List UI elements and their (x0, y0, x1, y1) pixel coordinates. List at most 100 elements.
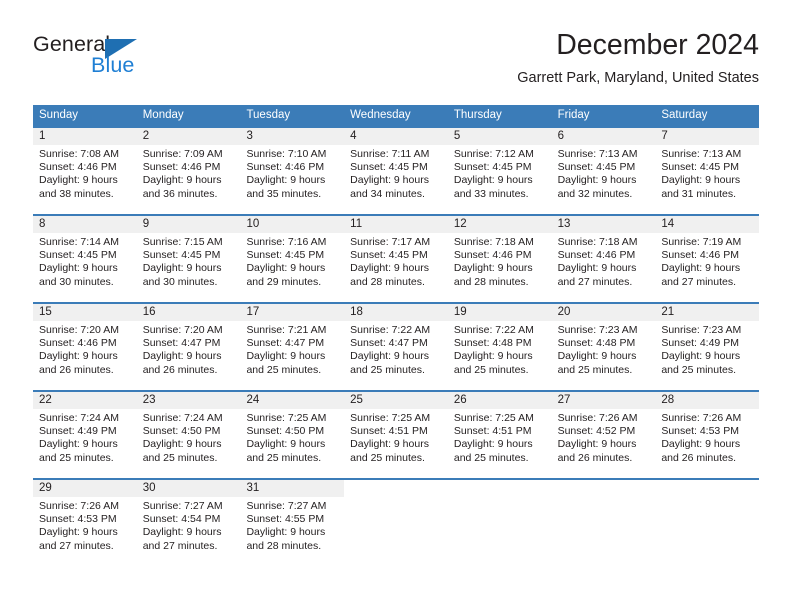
weekday-header-sunday: Sunday (39, 109, 79, 121)
day-cell[interactable]: 28 Sunrise: 7:26 AM Sunset: 4:53 PM Dayl… (655, 392, 760, 478)
day-cell[interactable]: 24 Sunrise: 7:25 AM Sunset: 4:50 PM Dayl… (240, 392, 345, 478)
sunrise-line: Sunrise: 7:22 AM (453, 324, 534, 336)
daylight-line-1: Daylight: 9 hours (453, 438, 533, 451)
day-cell[interactable]: 29 Sunrise: 7:26 AM Sunset: 4:53 PM Dayl… (33, 480, 137, 566)
day-cell[interactable]: 25 Sunrise: 7:25 AM Sunset: 4:51 PM Dayl… (344, 392, 448, 478)
day-cell[interactable]: 16 Sunrise: 7:20 AM Sunset: 4:47 PM Dayl… (136, 304, 241, 390)
week-row: 1 Sunrise: 7:08 AM Sunset: 4:46 PM Dayli… (33, 126, 760, 214)
day-number-band: 21 (655, 304, 760, 321)
day-cell[interactable]: 7 Sunrise: 7:13 AM Sunset: 4:45 PM Dayli… (655, 128, 760, 214)
day-cell[interactable]: 4 Sunrise: 7:11 AM Sunset: 4:45 PM Dayli… (344, 128, 448, 214)
sunrise-line: Sunrise: 7:25 AM (246, 412, 327, 424)
day-number: 9 (142, 218, 150, 230)
daylight-line-1: Daylight: 9 hours (557, 350, 637, 363)
sunrise-line: Sunrise: 7:19 AM (661, 236, 742, 248)
day-number: 8 (39, 218, 46, 230)
day-cell[interactable]: 22 Sunrise: 7:24 AM Sunset: 4:49 PM Dayl… (33, 392, 137, 478)
sunset-line: Sunset: 4:45 PM (39, 249, 117, 262)
day-cell[interactable]: 19 Sunrise: 7:22 AM Sunset: 4:48 PM Dayl… (447, 304, 552, 390)
daylight-line-1: Daylight: 9 hours (142, 174, 222, 187)
day-number-band: 11 (344, 216, 448, 233)
daylight-line-1: Daylight: 9 hours (246, 262, 326, 275)
day-details: Sunrise: 7:20 AM Sunset: 4:47 PM Dayligh… (137, 321, 241, 377)
day-number-band: 30 (136, 480, 241, 497)
day-details: Sunrise: 7:23 AM Sunset: 4:49 PM Dayligh… (655, 321, 759, 377)
day-cell[interactable]: 30 Sunrise: 7:27 AM Sunset: 4:54 PM Dayl… (136, 480, 241, 566)
day-number-band: 26 (447, 392, 552, 409)
daylight-line-1: Daylight: 9 hours (350, 174, 429, 187)
day-cell[interactable]: 8 Sunrise: 7:14 AM Sunset: 4:45 PM Dayli… (33, 216, 137, 302)
day-number-band: 9 (136, 216, 241, 233)
day-cell[interactable]: 15 Sunrise: 7:20 AM Sunset: 4:46 PM Dayl… (33, 304, 137, 390)
sunrise-line: Sunrise: 7:24 AM (39, 412, 119, 424)
day-cell[interactable]: 21 Sunrise: 7:23 AM Sunset: 4:49 PM Dayl… (655, 304, 760, 390)
sunset-line: Sunset: 4:46 PM (557, 249, 636, 262)
day-cell[interactable]: 13 Sunrise: 7:18 AM Sunset: 4:46 PM Dayl… (551, 216, 656, 302)
sunrise-line: Sunrise: 7:16 AM (246, 236, 327, 248)
sunrise-line: Sunrise: 7:08 AM (39, 148, 119, 160)
weekday-header-wednesday: Wednesday (350, 109, 411, 121)
day-cell[interactable]: 27 Sunrise: 7:26 AM Sunset: 4:52 PM Dayl… (551, 392, 656, 478)
daylight-line-2: and 29 minutes. (246, 275, 322, 288)
day-number-band: 24 (240, 392, 345, 409)
day-cell[interactable]: 3 Sunrise: 7:10 AM Sunset: 4:46 PM Dayli… (240, 128, 345, 214)
day-cell[interactable]: 9 Sunrise: 7:15 AM Sunset: 4:45 PM Dayli… (136, 216, 241, 302)
sunset-line: Sunset: 4:46 PM (142, 161, 221, 174)
day-details: Sunrise: 7:26 AM Sunset: 4:53 PM Dayligh… (655, 409, 759, 465)
daylight-line-1: Daylight: 9 hours (39, 262, 118, 275)
day-number-band: 3 (240, 128, 345, 145)
day-cell[interactable]: 5 Sunrise: 7:12 AM Sunset: 4:45 PM Dayli… (447, 128, 552, 214)
day-number: 16 (142, 306, 156, 318)
sunset-line: Sunset: 4:50 PM (246, 425, 325, 438)
daylight-line-2: and 28 minutes. (453, 275, 529, 288)
day-cell[interactable]: 14 Sunrise: 7:19 AM Sunset: 4:46 PM Dayl… (655, 216, 760, 302)
weekday-header-friday: Friday (557, 109, 590, 121)
day-number: 14 (661, 218, 675, 230)
weekday-header-saturday: Saturday (661, 109, 708, 121)
sunrise-line: Sunrise: 7:15 AM (142, 236, 223, 248)
day-details: Sunrise: 7:18 AM Sunset: 4:46 PM Dayligh… (552, 233, 656, 289)
day-cell[interactable]: 2 Sunrise: 7:09 AM Sunset: 4:46 PM Dayli… (136, 128, 241, 214)
day-number-band: 28 (655, 392, 760, 409)
daylight-line-1: Daylight: 9 hours (350, 350, 429, 363)
daylight-line-2: and 33 minutes. (453, 187, 529, 200)
day-cell[interactable]: 1 Sunrise: 7:08 AM Sunset: 4:46 PM Dayli… (33, 128, 137, 214)
sunrise-line: Sunrise: 7:25 AM (453, 412, 534, 424)
page-header: General Blue December 2024 Garrett Park,… (33, 28, 759, 94)
sunset-line: Sunset: 4:45 PM (557, 161, 636, 174)
day-number-band: 1 (33, 128, 137, 145)
day-cell[interactable]: 31 Sunrise: 7:27 AM Sunset: 4:55 PM Dayl… (240, 480, 345, 566)
day-cell[interactable]: 26 Sunrise: 7:25 AM Sunset: 4:51 PM Dayl… (447, 392, 552, 478)
day-number: 27 (557, 394, 571, 406)
daylight-line-1: Daylight: 9 hours (453, 350, 533, 363)
sunset-line: Sunset: 4:45 PM (246, 249, 325, 262)
day-cell[interactable]: 12 Sunrise: 7:18 AM Sunset: 4:46 PM Dayl… (447, 216, 552, 302)
day-cell[interactable]: 20 Sunrise: 7:23 AM Sunset: 4:48 PM Dayl… (551, 304, 656, 390)
day-cell-empty (344, 480, 448, 566)
sunrise-line: Sunrise: 7:21 AM (246, 324, 327, 336)
day-details: Sunrise: 7:10 AM Sunset: 4:46 PM Dayligh… (240, 145, 344, 201)
day-cell[interactable]: 17 Sunrise: 7:21 AM Sunset: 4:47 PM Dayl… (240, 304, 345, 390)
day-number: 19 (453, 306, 467, 318)
generalblue-logo[interactable]: General Blue (33, 32, 203, 88)
day-number-band: 7 (655, 128, 760, 145)
day-number-band: 17 (240, 304, 345, 321)
day-cell[interactable]: 11 Sunrise: 7:17 AM Sunset: 4:45 PM Dayl… (344, 216, 448, 302)
day-cell[interactable]: 10 Sunrise: 7:16 AM Sunset: 4:45 PM Dayl… (240, 216, 345, 302)
sunset-line: Sunset: 4:53 PM (39, 513, 117, 526)
daylight-line-1: Daylight: 9 hours (142, 262, 222, 275)
day-details: Sunrise: 7:27 AM Sunset: 4:54 PM Dayligh… (137, 497, 241, 553)
day-cell[interactable]: 23 Sunrise: 7:24 AM Sunset: 4:50 PM Dayl… (136, 392, 241, 478)
day-cell[interactable]: 18 Sunrise: 7:22 AM Sunset: 4:47 PM Dayl… (344, 304, 448, 390)
day-number-band: 25 (344, 392, 448, 409)
daylight-line-2: and 25 minutes. (39, 451, 114, 464)
day-cell[interactable]: 6 Sunrise: 7:13 AM Sunset: 4:45 PM Dayli… (551, 128, 656, 214)
day-details: Sunrise: 7:26 AM Sunset: 4:53 PM Dayligh… (33, 497, 137, 553)
sunset-line: Sunset: 4:47 PM (142, 337, 221, 350)
sunrise-line: Sunrise: 7:23 AM (557, 324, 638, 336)
sunset-line: Sunset: 4:47 PM (350, 337, 428, 350)
day-number: 20 (557, 306, 571, 318)
day-details: Sunrise: 7:12 AM Sunset: 4:45 PM Dayligh… (448, 145, 552, 201)
sunset-line: Sunset: 4:46 PM (453, 249, 532, 262)
sunset-line: Sunset: 4:45 PM (453, 161, 532, 174)
